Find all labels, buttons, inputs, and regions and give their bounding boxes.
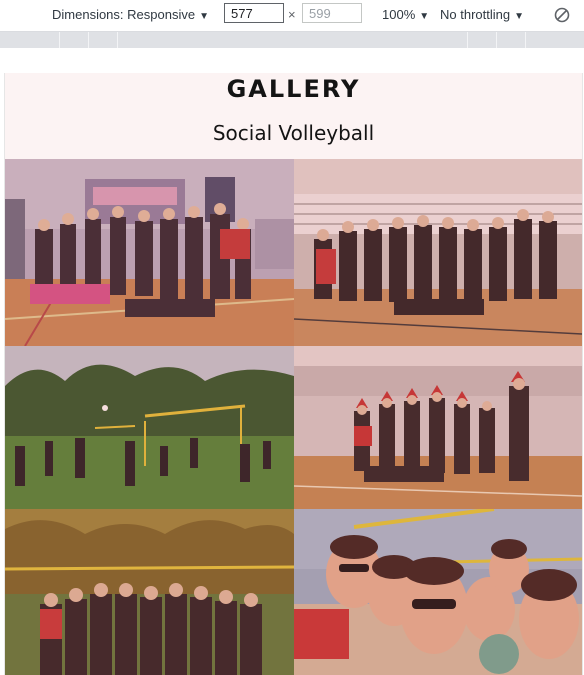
devtools-toolbar: Dimensions: Responsive ▼ 577 × 599 100% ▼ … xyxy=(0,0,584,32)
chevron-down-icon: ▼ xyxy=(419,11,430,22)
photo-image xyxy=(5,346,294,509)
gallery-photo[interactable] xyxy=(294,159,582,346)
ruler-tick xyxy=(525,32,526,48)
rotate-icon[interactable] xyxy=(553,6,571,24)
throttling-dropdown[interactable]: No throttling ▼ xyxy=(440,7,524,22)
gallery-photo[interactable] xyxy=(294,509,582,675)
page-subtitle: Social Volleyball xyxy=(212,121,375,145)
gallery-header: GALLERY Social Volleyball xyxy=(5,73,582,159)
ruler-tick xyxy=(496,32,497,48)
times-symbol: × xyxy=(288,7,296,22)
gallery-photo[interactable] xyxy=(294,346,582,509)
zoom-label: 100% xyxy=(382,7,416,22)
media-query-ruler[interactable] xyxy=(0,32,584,48)
chevron-down-icon: ▼ xyxy=(199,11,209,22)
page-viewport: GALLERY Social Volleyball xyxy=(4,73,583,675)
photo-image xyxy=(294,509,582,675)
throttling-label: No throttling xyxy=(440,7,511,22)
photo-image xyxy=(5,509,294,675)
height-input[interactable]: 599 xyxy=(302,3,362,23)
dimensions-dropdown[interactable]: Dimensions: Responsive ▼ xyxy=(52,7,209,22)
gallery-photo[interactable] xyxy=(5,159,294,346)
ruler-tick xyxy=(59,32,60,48)
ruler-tick xyxy=(467,32,468,48)
photo-image xyxy=(294,346,582,509)
page-title: GALLERY xyxy=(226,75,361,103)
gallery-photo[interactable] xyxy=(5,346,294,509)
ruler-tick xyxy=(88,32,89,48)
width-input[interactable]: 577 xyxy=(224,3,284,23)
zoom-dropdown[interactable]: 100% ▼ xyxy=(382,7,429,22)
photo-image xyxy=(294,159,582,346)
ruler-tick xyxy=(117,32,118,48)
photo-image xyxy=(5,159,294,346)
gallery-photo[interactable] xyxy=(5,509,294,675)
dimensions-label: Dimensions: Responsive xyxy=(52,7,196,22)
chevron-down-icon: ▼ xyxy=(514,11,524,22)
